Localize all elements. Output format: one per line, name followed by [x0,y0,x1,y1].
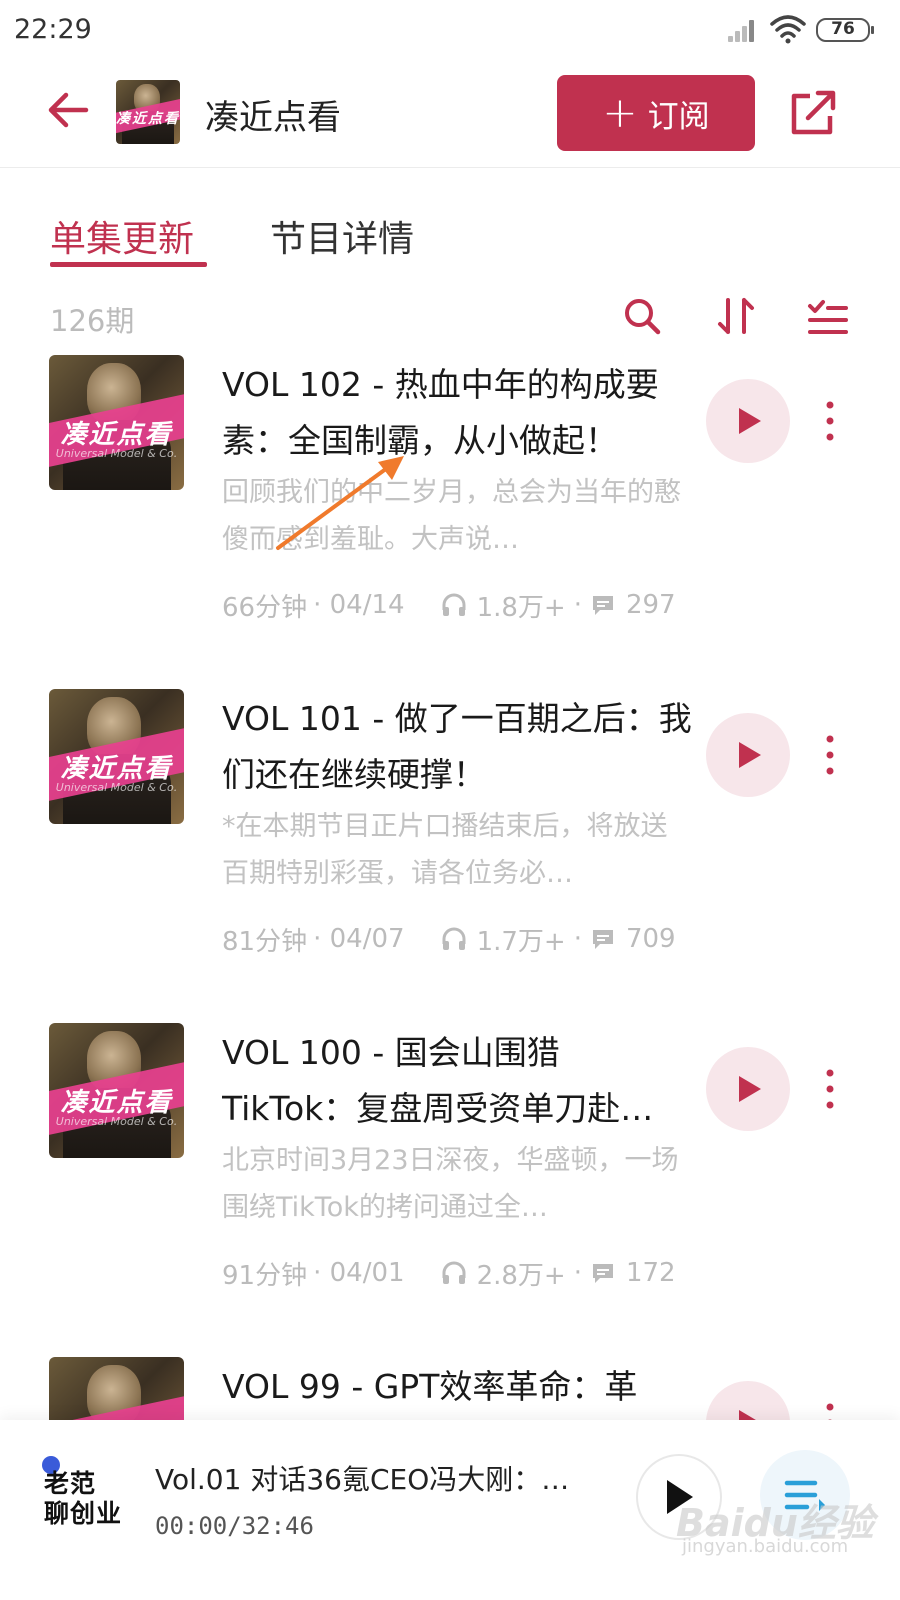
sort-icon[interactable] [714,294,758,338]
mini-player-title[interactable]: Vol.01 对话36氪CEO冯大刚：… [155,1458,605,1498]
episode-description: 北京时间3月23日深夜，华盛顿，一场围绕TikTok的拷问通过全… [222,1145,679,1223]
episode-play-button[interactable] [706,1381,790,1420]
meta-separator: · [573,590,582,620]
episode-title[interactable]: VOL 100 - 国会山围猎TikTok：复盘周受资单刀赴… [222,1025,692,1137]
episode-date: · 04/01 [313,1258,405,1288]
episode-meta: 81分钟 · 04/07 1.7万+ · 709 [222,919,676,959]
play-icon [739,1076,761,1102]
episode-cover [49,1357,184,1420]
episode-title[interactable]: VOL 99 - GPT效率革命：革 [222,1359,692,1420]
more-options-icon[interactable] [820,1401,840,1420]
podcast-cover-thumbnail: 凑近点看 [116,80,180,144]
subscribe-label: 订阅 [647,98,710,135]
cover-subtitle: Universal Model & Co. [55,780,178,794]
episode-comments: 709 [625,924,676,954]
episode-item[interactable]: 凑近点看 Universal Model & Co. VOL 102 - 热血中… [0,355,900,689]
episode-date: · 04/07 [313,924,405,954]
more-options-icon[interactable] [820,399,840,443]
episode-duration: 81分钟 [222,926,308,957]
subscribe-button[interactable]: + 订阅 [557,75,755,151]
episode-duration: 66分钟 [222,592,308,623]
episode-meta: 91分钟 · 04/01 2.8万+ · 172 [222,1253,676,1293]
headphones-icon [442,1261,466,1284]
episode-play-button[interactable] [706,1047,790,1131]
episode-plays: 1.8万+ [476,592,566,623]
tab-program-details[interactable]: 节目详情 [270,210,414,262]
comment-icon [592,1264,613,1283]
episode-cover: 凑近点看 Universal Model & Co. [49,1023,184,1158]
status-bar: 22:29 76 [0,0,900,60]
episode-item[interactable]: 凑近点看 Universal Model & Co. VOL 100 - 国会山… [0,1023,900,1357]
page-title: 凑近点看 [205,98,341,138]
cover-label: 凑近点看 [116,111,180,128]
episode-cover: 凑近点看 Universal Model & Co. [49,355,184,490]
episode-plays: 2.8万+ [476,1260,566,1291]
battery-indicator: 76 [816,18,874,42]
play-icon [739,742,761,768]
episode-comments: 172 [625,1258,676,1288]
episode-title[interactable]: VOL 102 - 热血中年的构成要素：全国制霸，从小做起！ [222,357,692,469]
comment-icon [592,596,613,615]
cover-subtitle: Universal Model & Co. [55,446,178,460]
back-arrow-icon[interactable] [44,86,92,134]
cover-subtitle: Universal Model & Co. [55,1114,178,1128]
share-icon[interactable] [788,88,838,138]
watermark-url: jingyan.baidu.com [682,1536,849,1557]
more-options-icon[interactable] [820,1067,840,1111]
meta-separator: · [573,924,582,954]
episode-meta: 66分钟 · 04/14 1.8万+ · 297 [222,585,676,625]
episode-description: 回顾我们的中二岁月，总会为当年的憨傻而感到羞耻。大声说… [222,477,681,555]
mini-logo-line2: 聊创业 [44,1499,123,1528]
mini-player-play-button[interactable] [636,1454,722,1540]
mini-player-time: 00:00/32:46 [155,1512,314,1540]
play-icon [739,1410,756,1420]
signal-icon [728,18,758,42]
episode-comments: 297 [625,590,676,620]
headphones-icon [442,593,466,616]
plus-icon: + [602,88,638,137]
comment-icon [592,930,613,949]
episode-duration: 91分钟 [222,1260,308,1291]
active-tab-indicator [50,262,207,267]
episode-play-button[interactable] [706,713,790,797]
episode-plays: 1.7万+ [476,926,566,957]
episode-play-button[interactable] [706,379,790,463]
episode-cover: 凑近点看 Universal Model & Co. [49,689,184,824]
mini-player[interactable]: 老范 聊创业 Vol.01 对话36氪CEO冯大刚：… 00:00/32:46 … [0,1420,900,1600]
search-icon[interactable] [620,294,664,338]
play-icon [739,408,761,434]
meta-separator: · [573,1258,582,1288]
episode-date: · 04/14 [313,590,405,620]
episode-item[interactable]: 凑近点看 Universal Model & Co. VOL 101 - 做了一… [0,689,900,1023]
tab-episodes[interactable]: 单集更新 [50,210,194,262]
playlist-icon [784,1480,825,1511]
episode-description: *在本期节目正片口播结束后，将放送百期特别彩蛋，请各位务必… [222,811,668,889]
play-icon [667,1480,693,1514]
episode-item[interactable]: VOL 99 - GPT效率革命：革 [0,1357,900,1420]
header: 凑近点看 凑近点看 + 订阅 [0,62,900,168]
wifi-icon [770,15,806,44]
playlist-button[interactable] [760,1450,850,1540]
headphones-icon [442,927,466,950]
episode-count: 126期 [50,304,135,338]
more-options-icon[interactable] [820,733,840,777]
status-time: 22:29 [14,14,92,45]
mini-player-cover: 老范 聊创业 [36,1454,136,1554]
multi-select-icon[interactable] [806,294,850,338]
episode-title[interactable]: VOL 101 - 做了一百期之后：我们还在继续硬撑！ [222,691,692,803]
